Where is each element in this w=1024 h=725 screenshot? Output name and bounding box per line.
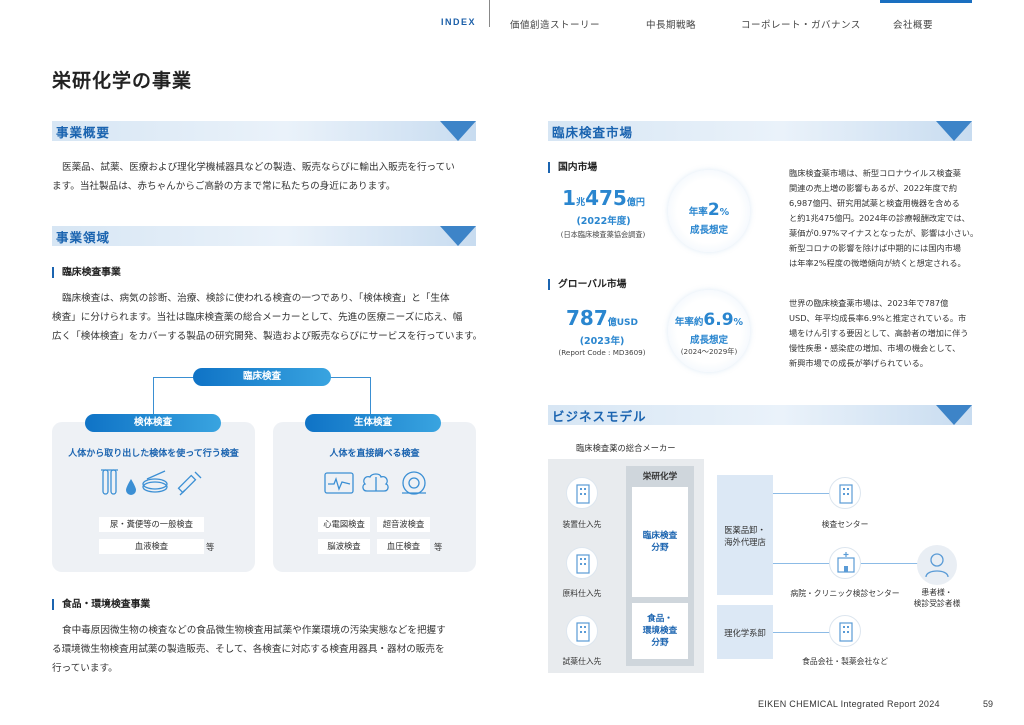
domestic-source: (日本臨床検査薬協会調査) bbox=[560, 230, 646, 239]
section-title: ビジネスモデル bbox=[552, 409, 647, 424]
building-icon bbox=[566, 615, 598, 647]
text-line: 臨床検査は、病気の診断、治療、検診に使われる検査の一つであり、「検体検査」と「生… bbox=[62, 293, 450, 304]
section-title: 事業領域 bbox=[56, 230, 111, 245]
hospital-icon bbox=[829, 547, 861, 579]
top-accent-line bbox=[880, 0, 972, 3]
clinical-paragraph: 臨床検査は、病気の診断、治療、検診に使われる検査の一つであり、「検体検査」と「生… bbox=[52, 289, 492, 346]
domestic-year: (2022年度) bbox=[576, 216, 631, 227]
text-line: る環境微生物検査用試薬の製造販売、そして、各検査に対応する検査用器具・器材の販売… bbox=[52, 644, 445, 655]
building-icon bbox=[566, 477, 598, 509]
tree-connector bbox=[153, 377, 154, 414]
supplier-raw-material-label: 原料仕入先 bbox=[562, 589, 602, 598]
section-title: 臨床検査市場 bbox=[552, 125, 634, 140]
clinical-field-label: 臨床検査 分野 bbox=[642, 531, 678, 553]
chem-wholesale-label: 理化学系卸 bbox=[724, 628, 766, 638]
nav-item-value-story[interactable]: 価値創造ストーリー bbox=[510, 17, 600, 31]
etc-mark: 等 bbox=[206, 542, 215, 552]
tree-root-clinical: 臨床検査 bbox=[193, 368, 331, 386]
subheading-global: グローバル市場 bbox=[548, 279, 626, 290]
supplier-equipment-label: 装置仕入先 bbox=[562, 520, 602, 529]
tree-connector bbox=[370, 377, 371, 414]
specimen-test-label: 検体検査 bbox=[85, 414, 221, 432]
global-market-size: 787億USD bbox=[565, 306, 638, 330]
text-line: 医薬品、試薬、医療および理化学機械器具などの製造、販売ならびに輸出入販売を行って… bbox=[62, 162, 455, 173]
overview-paragraph: 医薬品、試薬、医療および理化学機械器具などの製造、販売ならびに輸出入販売を行って… bbox=[52, 158, 482, 196]
header-triangle-decoration bbox=[440, 226, 476, 246]
food-paragraph: 食中毒原因微生物の検査などの食品微生物検査用試薬や作業環境の汚染実態などを把握す… bbox=[52, 621, 492, 678]
section-title: 事業概要 bbox=[56, 125, 111, 140]
petri-dish-icon bbox=[142, 470, 168, 493]
header-triangle-decoration bbox=[936, 121, 972, 141]
section-header-domain: 事業領域 bbox=[52, 226, 476, 246]
ct-scanner-icon bbox=[402, 471, 426, 495]
specimen-test-title: 人体から取り出した検体を使って行う検査 bbox=[68, 449, 239, 459]
domestic-growth: 年率2% bbox=[688, 200, 730, 220]
tag-ultrasound: 超音波検査 bbox=[377, 517, 430, 532]
text-line: 食中毒原因微生物の検査などの食品微生物検査用試薬や作業環境の汚染実態などを把握す bbox=[62, 625, 446, 636]
building-icon bbox=[566, 547, 598, 579]
text-line: ます。当社製品は、赤ちゃんからご高齢の方まで常に私たちの身近にあります。 bbox=[52, 181, 396, 192]
global-year: (2023年) bbox=[579, 336, 625, 347]
test-tubes-icon bbox=[101, 469, 118, 495]
global-growth-years: (2024～2029年) bbox=[680, 347, 738, 356]
nav-divider bbox=[489, 0, 490, 27]
nav-item-strategy[interactable]: 中長期戦略 bbox=[646, 17, 696, 31]
section-header-overview: 事業概要 bbox=[52, 121, 476, 141]
domestic-growth-label: 成長想定 bbox=[689, 225, 728, 236]
biological-test-title: 人体を直接調べる検査 bbox=[329, 449, 420, 459]
text-line: 広く「検体検査」をカバーする製品の研究開発、製造および販売ならびにサービスを行っ… bbox=[52, 331, 483, 342]
biological-icons-row bbox=[324, 471, 426, 495]
global-source: (Report Code : MD3609) bbox=[558, 348, 646, 357]
global-growth: 年率約6.9% bbox=[674, 310, 744, 330]
nav-item-company[interactable]: 会社概要 bbox=[893, 17, 933, 31]
header-triangle-decoration bbox=[440, 121, 476, 141]
bm-connector bbox=[773, 563, 830, 564]
tag-general-test: 尿・糞便等の一般検査 bbox=[99, 517, 204, 532]
section-header-market: 臨床検査市場 bbox=[548, 121, 972, 141]
domestic-market-size: 1兆475億円 bbox=[562, 186, 645, 210]
building-icon bbox=[829, 477, 861, 509]
wholesale-label: 医薬品卸・ 海外代理店 bbox=[724, 525, 766, 547]
tag-blood-test: 血液検査 bbox=[99, 539, 204, 554]
page-title: 栄研化学の事業 bbox=[52, 70, 193, 92]
food-field-label: 食品・ 環境検査 分野 bbox=[642, 614, 678, 648]
bm-caption: 臨床検査薬の総合メーカー bbox=[576, 443, 676, 453]
customer-lab-center-label: 検査センター bbox=[821, 520, 869, 529]
specimen-icons-row bbox=[101, 469, 202, 496]
nav-item-governance[interactable]: コーポレート・ガバナンス bbox=[741, 17, 861, 31]
footer-report-title: EIKEN CHEMICAL Integrated Report 2024 bbox=[758, 699, 940, 709]
company-name: 栄研化学 bbox=[642, 472, 678, 482]
global-growth-circle bbox=[668, 290, 750, 372]
header-triangle-decoration bbox=[936, 405, 972, 425]
page-number: 59 bbox=[983, 699, 994, 709]
bm-connector bbox=[773, 493, 830, 494]
ecg-monitor-icon bbox=[324, 472, 354, 494]
tag-blood-pressure: 血圧検査 bbox=[377, 539, 430, 554]
domestic-description: 臨床検査薬市場は、新型コロナウイルス検査薬 関連の売上増の影響もあるが、2022… bbox=[789, 168, 979, 268]
section-header-business-model: ビジネスモデル bbox=[548, 405, 972, 425]
subheading-clinical: 臨床検査事業 bbox=[52, 267, 121, 278]
person-icon bbox=[917, 545, 957, 585]
building-icon bbox=[829, 615, 861, 647]
brain-icon bbox=[362, 473, 389, 492]
text-line: 行っています。 bbox=[52, 663, 118, 674]
customer-company-label: 食品会社・製薬会社など bbox=[802, 657, 888, 666]
tag-ecg: 心電図検査 bbox=[318, 517, 370, 532]
nav-index-link[interactable]: INDEX bbox=[441, 17, 476, 27]
subheading-food: 食品・環境検査事業 bbox=[52, 599, 150, 610]
customer-hospital-label: 病院・クリニック検診センター bbox=[790, 589, 900, 598]
supplier-reagent-label: 試薬仕入先 bbox=[562, 657, 602, 666]
tag-eeg: 脳波検査 bbox=[318, 539, 370, 554]
subheading-domestic: 国内市場 bbox=[548, 162, 597, 173]
biological-test-label: 生体検査 bbox=[305, 414, 441, 432]
droplet-icon bbox=[126, 479, 136, 495]
global-growth-label: 成長想定 bbox=[689, 335, 728, 346]
bm-connector bbox=[773, 632, 830, 633]
syringe-icon bbox=[177, 471, 202, 496]
global-description: 世界の臨床検査薬市場は、2023年で787億 USD、年平均成長率6.9%と推定… bbox=[789, 298, 969, 368]
bm-connector bbox=[860, 563, 918, 564]
etc-mark: 等 bbox=[434, 542, 443, 552]
patient-label: 患者様・ 検診受診者様 bbox=[913, 588, 961, 608]
text-line: 検査」に分けられます。当社は臨床検査薬の総合メーカーとして、先進の医療ニーズに応… bbox=[52, 312, 463, 323]
